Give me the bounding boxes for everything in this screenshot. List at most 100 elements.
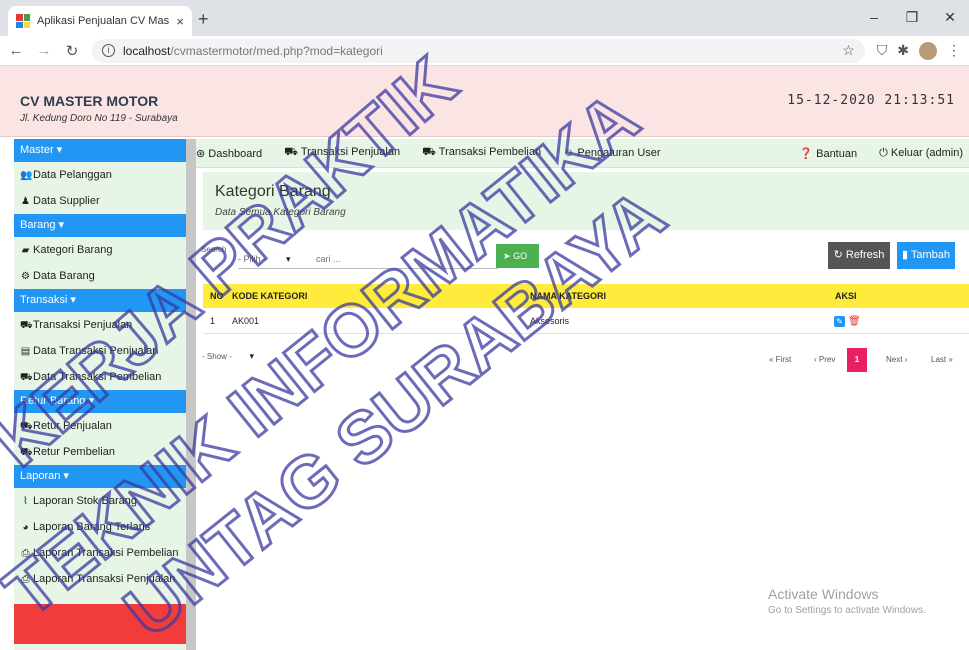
chevron-down-icon: ▾	[286, 253, 291, 264]
cubes-icon: ⚙	[21, 271, 30, 282]
users-icon: ☺	[563, 147, 575, 159]
puzzle-extension-icon[interactable]: ✱	[897, 42, 909, 59]
add-button[interactable]: ▮ Tambah	[897, 242, 955, 269]
pagination-prev[interactable]: ‹ Prev	[814, 348, 835, 372]
col-header-nama: NAMA KATEGORI	[530, 291, 606, 301]
nav-keluar-label: Keluar (admin)	[890, 146, 963, 159]
sidebar-item[interactable]: 👥Data Pelanggan	[14, 162, 186, 188]
send-icon: ➤	[503, 251, 511, 261]
sidebar-item[interactable]: ▤ Data Transaksi Penjualan	[14, 338, 186, 364]
tab-close-icon[interactable]: ×	[176, 14, 184, 29]
activate-windows-subtitle: Go to Settings to activate Windows.	[768, 605, 926, 616]
dashboard-icon: ⊛	[196, 147, 206, 160]
new-tab-button[interactable]: +	[198, 9, 209, 30]
pagination-last[interactable]: Last »	[931, 348, 953, 372]
power-icon: ⏻	[879, 146, 888, 159]
sidebar-footer-block	[14, 604, 186, 644]
maximize-button[interactable]: ❐	[893, 0, 931, 36]
sidebar-item-label: Data Transaksi Penjualan	[33, 345, 159, 357]
cell-kode: AK001	[232, 316, 260, 326]
sidebar-item[interactable]: ⎙ Laporan Transaksi Penjualan	[14, 566, 186, 592]
url-host: localhost	[123, 43, 171, 58]
refresh-button[interactable]: ↻ Refresh	[828, 242, 890, 269]
sidebar-item[interactable]: ⎙ Laporan Transaksi Pembelian	[14, 540, 186, 566]
cell-nama: Aksesoris	[530, 316, 570, 326]
sidebar-item[interactable]: ▰ Kategori Barang	[14, 237, 186, 263]
address-bar: ← → ↻ i localhost/cvmastermotor/med.php?…	[0, 36, 969, 66]
sidebar-section-header[interactable]: Retur Barang ▾	[14, 390, 186, 413]
trash-icon[interactable]: 🗑	[848, 316, 861, 327]
cart-icon: ⛟	[284, 146, 298, 158]
search-field-select-value: - Pilih -	[238, 254, 267, 264]
browser-menu-icon[interactable]: ⋮	[947, 42, 961, 59]
pagination-current[interactable]: 1	[847, 348, 867, 372]
sidebar-item[interactable]: ⌇ Laporan Stok Barang	[14, 488, 186, 514]
page-header-panel: Kategori Barang Data Semua Kategori Bara…	[203, 172, 969, 230]
col-header-kode: KODE KATEGORI	[232, 291, 308, 301]
browser-tab[interactable]: Aplikasi Penjualan CV Master Mc ×	[8, 6, 192, 36]
app-favicon-icon	[16, 14, 30, 28]
sidebar-item[interactable]: ⛟Transaksi Penjualan	[14, 312, 186, 338]
go-button[interactable]: ➤ GO	[496, 244, 539, 268]
url-field[interactable]: i localhost/cvmastermotor/med.php?mod=ka…	[92, 38, 865, 63]
sidebar-section-header[interactable]: Master ▾	[14, 139, 186, 162]
company-name: CV MASTER MOTOR	[20, 93, 159, 109]
nav-pengaturan-user[interactable]: ☺ Pengaturan User	[563, 147, 660, 159]
sidebar-item[interactable]: ⛟Data Transaksi Pembelian	[14, 364, 186, 390]
sidebar-item[interactable]: ⛟Retur Penjualan	[14, 413, 186, 439]
cart-icon: ⛟	[422, 146, 436, 158]
page-title: Kategori Barang	[215, 183, 331, 200]
question-icon: ❓	[799, 147, 814, 160]
nav-keluar[interactable]: ⏻ Keluar (admin)	[879, 147, 963, 160]
back-icon[interactable]: ←	[8, 42, 24, 59]
show-select[interactable]: - Show - ▾	[202, 351, 254, 362]
shield-extension-icon[interactable]: ⛉	[877, 42, 888, 59]
show-select-value: - Show -	[202, 352, 232, 361]
add-button-label: Tambah	[910, 249, 951, 261]
close-window-button[interactable]: ✕	[931, 0, 969, 36]
refresh-button-label: Refresh	[845, 249, 885, 261]
cart-icon: ⛟	[20, 421, 33, 432]
edit-icon[interactable]: ✎	[834, 316, 845, 327]
cart-icon: ⛟	[20, 447, 33, 458]
user-icon: ♟	[21, 196, 30, 207]
sidebar-scrollbar[interactable]	[186, 139, 196, 650]
nav-dashboard[interactable]: ⊛ Dashboard	[196, 147, 262, 160]
site-info-icon[interactable]: i	[102, 44, 115, 57]
nav-transaksi-pembelian-label: Transaksi Pembelian	[438, 146, 542, 158]
search-field-select[interactable]: - Pilih - ▾	[238, 250, 296, 268]
sidebar-item[interactable]: ⛟Retur Pembelian	[14, 439, 186, 465]
nav-dashboard-label: Dashboard	[208, 147, 263, 160]
nav-transaksi-pembelian[interactable]: ⛟ Transaksi Pembelian	[422, 146, 541, 160]
pagination-first[interactable]: « First	[769, 348, 791, 372]
sidebar-item-label: Transaksi Penjualan	[33, 319, 133, 331]
sidebar-item[interactable]: ◕ Laporan Barang Terlaris	[14, 514, 186, 540]
users-icon: 👥	[20, 170, 33, 181]
nav-transaksi-penjualan-label: Transaksi Penjualan	[300, 146, 401, 158]
url-path: /cvmastermotor/med.php?mod=kategori	[170, 43, 383, 58]
sidebar-item-label: Kategori Barang	[33, 244, 113, 256]
reload-icon[interactable]: ↻	[64, 42, 80, 60]
bookmark-star-icon[interactable]: ☆	[842, 42, 855, 59]
sidebar-section-header[interactable]: Laporan ▾	[14, 465, 186, 488]
minimize-button[interactable]: –	[855, 0, 893, 36]
sidebar-section-header[interactable]: Transaksi ▾	[14, 289, 186, 312]
nav-transaksi-penjualan[interactable]: ⛟ Transaksi Penjualan	[284, 146, 400, 160]
search-input[interactable]: cari ...	[316, 254, 341, 264]
sidebar-section-header[interactable]: Barang ▾	[14, 214, 186, 237]
window-controls: – ❐ ✕	[855, 0, 969, 36]
sidebar-item-label: Retur Penjualan	[33, 420, 112, 432]
sidebar-item[interactable]: ⚙ Data Barang	[14, 263, 186, 289]
nav-pengaturan-user-label: Pengaturan User	[577, 147, 661, 159]
forward-icon[interactable]: →	[36, 42, 52, 59]
sidebar-item-label: Data Barang	[33, 270, 95, 282]
top-navigation: ⊛ Dashboard ⛟ Transaksi Penjualan ⛟ Tran…	[196, 139, 969, 168]
sidebar-item[interactable]: ♟ Data Supplier	[14, 188, 186, 214]
datetime-display: 15-12-2020 21:13:51	[787, 93, 955, 108]
company-address: Jl. Kedung Doro No 119 - Surabaya	[20, 113, 178, 124]
nav-bantuan[interactable]: ❓ Bantuan	[799, 147, 857, 160]
profile-avatar[interactable]	[919, 41, 937, 60]
chevron-down-icon: ▾	[249, 351, 254, 361]
pagination-next[interactable]: Next ›	[886, 348, 907, 372]
truck-icon: ⛟	[20, 372, 33, 383]
